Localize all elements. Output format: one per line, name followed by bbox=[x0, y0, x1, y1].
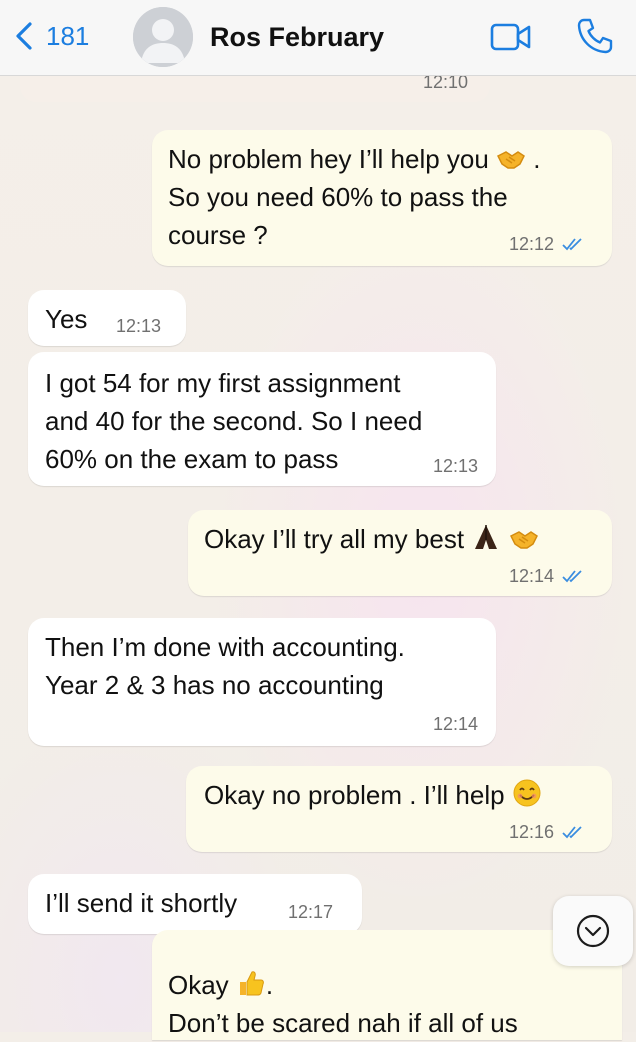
back-button[interactable]: 181 bbox=[14, 16, 89, 56]
message-bubble-incoming[interactable]: Then I’m done with accounting. Year 2 & … bbox=[28, 618, 496, 746]
message-bubble-incoming[interactable]: I’ll send it shortly 12:17 bbox=[28, 874, 362, 934]
scroll-to-bottom-button[interactable] bbox=[553, 896, 633, 966]
message-bubble-outgoing[interactable]: Okay I’ll try all my best 12:14 bbox=[188, 510, 612, 596]
message-text: Okay I’ll try all my best bbox=[204, 524, 465, 554]
thumbs-up-emoji bbox=[236, 968, 266, 1008]
video-call-button[interactable] bbox=[490, 22, 532, 52]
handshake-emoji bbox=[496, 144, 526, 182]
message-text-line: So you need 60% to pass the bbox=[168, 182, 508, 212]
message-bubble-outgoing[interactable]: Okay no problem . I’ll help 12:16 bbox=[186, 766, 612, 852]
message-bubble-incoming[interactable]: Yes 12:13 bbox=[28, 290, 186, 346]
message-text-line: I got 54 for my first assignment bbox=[45, 368, 401, 398]
message-text-tail: . bbox=[526, 144, 541, 174]
voice-call-button[interactable] bbox=[576, 17, 614, 55]
message-text-tail: . bbox=[265, 970, 274, 1000]
chevron-down-icon bbox=[576, 914, 610, 948]
message-text-line: Year 2 & 3 has no accounting bbox=[45, 670, 384, 700]
message-text: Okay no problem . I’ll help bbox=[204, 780, 505, 810]
avatar-icon bbox=[133, 7, 193, 67]
contact-name[interactable]: Ros February bbox=[210, 22, 384, 53]
message-bubble-incoming[interactable]: I got 54 for my first assignment and 40 … bbox=[28, 352, 496, 486]
message-text: No problem hey I’ll help you bbox=[168, 144, 489, 174]
message-time: 12:13 bbox=[116, 316, 162, 336]
message-text-line: Okay bbox=[168, 970, 229, 1000]
chat-header: 181 Ros February bbox=[0, 0, 636, 76]
avatar[interactable] bbox=[133, 7, 193, 67]
read-ticks-icon bbox=[562, 238, 582, 251]
unread-count: 181 bbox=[46, 20, 90, 51]
message-bubble-outgoing[interactable]: No problem hey I’ll help you . So you ne… bbox=[152, 130, 612, 266]
message-text-line: course ? bbox=[168, 220, 268, 250]
message-time: 12:16 bbox=[508, 822, 554, 842]
back-chevron-icon bbox=[16, 22, 32, 50]
message-text-line: Don’t be scared nah if all of us bbox=[168, 1008, 518, 1038]
phone-icon bbox=[577, 18, 613, 54]
video-call-icon bbox=[490, 23, 531, 51]
message-text-line: Then I’m done with accounting. bbox=[45, 632, 405, 662]
read-ticks-icon bbox=[562, 826, 582, 839]
message-time: 12:13 bbox=[432, 456, 478, 476]
praying-hands-emoji bbox=[471, 522, 501, 562]
message-bubble-outgoing[interactable]: Okay . Don’t be scared nah if all of us bbox=[152, 930, 622, 1040]
message-text: Yes bbox=[45, 304, 88, 334]
smiling-face-emoji bbox=[512, 778, 542, 818]
message-text: I’ll send it shortly bbox=[45, 888, 238, 918]
read-ticks-icon bbox=[562, 570, 582, 583]
message-text-line: 60% on the exam to pass bbox=[45, 444, 339, 474]
handshake-emoji bbox=[509, 524, 539, 562]
message-time: 12:14 bbox=[508, 566, 554, 586]
message-time: 12:17 bbox=[288, 902, 334, 922]
message-time: 12:12 bbox=[508, 234, 554, 254]
message-time: 12:14 bbox=[432, 714, 478, 734]
message-text-line: and 40 for the second. So I need bbox=[45, 406, 423, 436]
